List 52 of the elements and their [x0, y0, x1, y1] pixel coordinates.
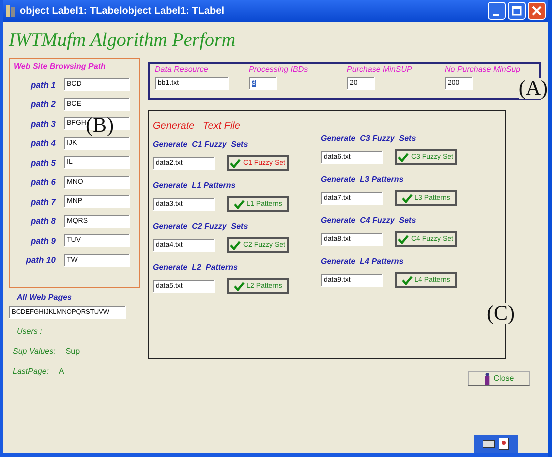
- result-label: Users :: [17, 327, 42, 338]
- close-icon: [532, 6, 542, 16]
- result-label: Sup Values:: [13, 347, 56, 358]
- result-value: A: [59, 367, 64, 378]
- field-label: No Purchase MinSup: [445, 65, 522, 74]
- field-label: Purchase MinSUP: [347, 65, 414, 74]
- person-icon: [484, 372, 491, 384]
- path-label: path 2: [30, 99, 56, 110]
- check-icon: [398, 152, 410, 162]
- path-label: path 8: [30, 216, 56, 226]
- check-icon: [402, 194, 413, 202]
- path-label: path 7: [30, 196, 56, 207]
- minimize-icon: [493, 14, 499, 16]
- annotation-label: (A): [518, 78, 548, 99]
- form-heading: IWTMufm Algorithm Perform: [9, 30, 237, 53]
- section-label: Generate L3 Patterns: [321, 175, 405, 184]
- window-title: object Label1: TLabelobject Label1: TLabel: [20, 6, 226, 16]
- panel-title: Web Site Browsing Path: [14, 62, 107, 71]
- path-label: path 9: [30, 236, 56, 246]
- minimize-button[interactable]: [488, 2, 506, 20]
- section-label: Generate L4 Patterns: [321, 257, 405, 266]
- check-icon: [230, 158, 242, 168]
- field-label: Data Resource: [155, 65, 210, 74]
- field-label: Processing IBDs: [249, 65, 310, 74]
- path-label: path 5: [30, 158, 56, 168]
- path-label: path 10: [25, 255, 56, 266]
- field-label: All Web Pages: [17, 293, 73, 302]
- section-label: Generate C3 Fuzzy Sets: [321, 134, 418, 143]
- result-label: LastPage:: [13, 367, 50, 378]
- check-icon: [398, 234, 410, 244]
- section-label: Generate C1 Fuzzy Sets: [153, 140, 250, 149]
- section-label: Generate L1 Patterns: [153, 181, 237, 190]
- section-label: Generate L2 Patterns: [153, 263, 239, 272]
- path-label: path 3: [30, 118, 56, 129]
- close-button[interactable]: [528, 2, 546, 20]
- check-icon: [402, 276, 413, 284]
- section-label: Generate C4 Fuzzy Sets: [321, 216, 418, 225]
- maximize-button[interactable]: [508, 2, 526, 20]
- app-icon: [5, 4, 17, 18]
- check-icon: [234, 282, 245, 290]
- check-icon: [230, 240, 242, 250]
- close-button[interactable]: Close: [468, 371, 530, 386]
- path-label: path 6: [30, 177, 56, 188]
- check-icon: [234, 200, 245, 208]
- section-label: Generate C2 Fuzzy Sets: [153, 222, 250, 231]
- result-value: Sup: [66, 347, 80, 358]
- annotation-label: (C): [487, 303, 515, 324]
- maximize-icon: [512, 6, 522, 16]
- keyboard-icon[interactable]: [483, 439, 495, 449]
- path-label: path 1: [30, 80, 56, 90]
- panel-title: Generate Text File: [153, 121, 242, 132]
- path-label: path 4: [30, 138, 56, 148]
